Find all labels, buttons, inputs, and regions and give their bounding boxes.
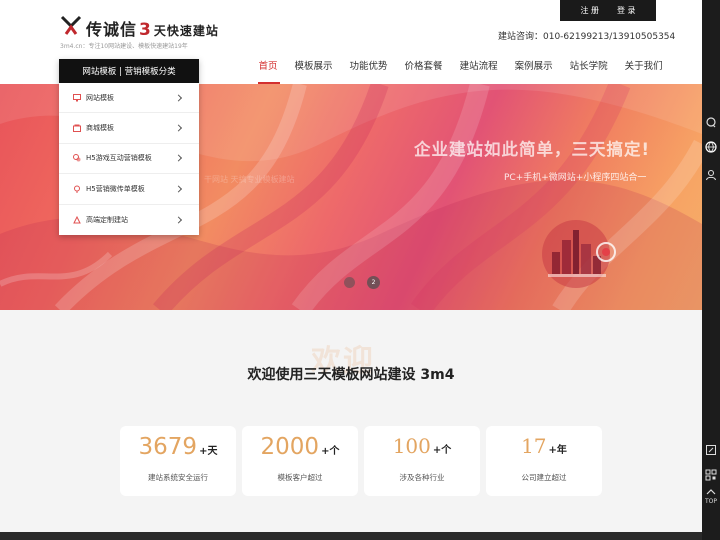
- chevron-right-icon: [174, 124, 183, 132]
- logo-sub: 天快速建站: [153, 24, 219, 38]
- stat-card: 17 +年 公司建立超过: [486, 426, 602, 496]
- category-item-label: H5游戏互动营销模板: [86, 154, 152, 163]
- footer-bar: [0, 532, 720, 540]
- logo-text: 传诚信 3 天快速建站: [86, 16, 219, 40]
- user-icon[interactable]: [705, 169, 717, 181]
- stat-card: 3679 +天 建站系统安全运行: [120, 426, 236, 496]
- category-item-h5-game[interactable]: H5游戏互动营销模板: [59, 144, 199, 175]
- stat-number: 2000: [260, 434, 320, 460]
- register-link[interactable]: 注 册: [580, 5, 599, 16]
- stat-value: 17 +年: [486, 434, 602, 458]
- monitor-icon: [73, 93, 81, 102]
- nav-item-pricing[interactable]: 价格套餐: [396, 60, 451, 74]
- banner-ghost-subtitle: 干网站 天搞专业模板建站: [204, 175, 295, 184]
- stat-label: 模板客户超过: [277, 473, 323, 482]
- pager-dot-2[interactable]: 2: [367, 276, 380, 289]
- main-nav: 首页 模板展示 功能优势 价格套餐 建站流程 案例展示 站长学院 关于我们: [250, 60, 671, 74]
- globe-icon[interactable]: [705, 141, 717, 153]
- chevron-up-icon: [706, 489, 716, 495]
- stat-card: 2000 +个 模板客户超过: [242, 426, 358, 496]
- category-item-website[interactable]: 网站模板: [59, 83, 199, 114]
- chat-icon[interactable]: [705, 116, 717, 128]
- chevron-right-icon: [174, 94, 183, 102]
- shop-icon: [73, 124, 81, 133]
- floating-sidebar: TOP: [702, 0, 720, 540]
- nav-item-about[interactable]: 关于我们: [616, 60, 671, 74]
- category-item-h5-flyer[interactable]: H5营销微传单模板: [59, 174, 199, 205]
- nav-item-cases[interactable]: 案例展示: [506, 60, 561, 74]
- hotline: 建站咨询：010-62199213/13910505354: [498, 32, 676, 42]
- qr-code-icon[interactable]: [705, 469, 717, 481]
- stat-unit: +个: [432, 445, 452, 456]
- stat-unit: +天: [199, 446, 218, 457]
- nav-item-process[interactable]: 建站流程: [451, 60, 506, 74]
- nav-item-templates[interactable]: 模板展示: [286, 60, 341, 74]
- banner-title: 企业建站如此简单，三天搞定!: [414, 140, 651, 159]
- stat-label: 建站系统安全运行: [148, 473, 208, 482]
- logo-brand: 传诚信: [86, 20, 138, 39]
- nav-item-home[interactable]: 首页: [250, 60, 286, 74]
- chevron-right-icon: [174, 185, 183, 193]
- stat-number: 100: [392, 434, 431, 458]
- category-item-label: 商城模板: [86, 124, 114, 133]
- stat-value: 3679 +天: [120, 434, 236, 460]
- chevron-right-icon: [174, 154, 183, 163]
- stat-card: 100 +个 涉及各种行业: [364, 426, 480, 496]
- category-menu-title[interactable]: 网站模板 | 营销模板分类: [59, 59, 199, 83]
- stat-label: 涉及各种行业: [399, 473, 445, 482]
- welcome-title: 欢迎使用三天模板网站建设 3m4: [247, 367, 455, 383]
- chevron-right-icon: [174, 216, 183, 224]
- stat-value: 2000 +个: [242, 434, 358, 460]
- category-item-label: H5营销微传单模板: [86, 184, 145, 193]
- stat-unit: +年: [548, 445, 567, 456]
- logo-mark-icon: [60, 15, 82, 35]
- category-item-custom[interactable]: 高端定制建站: [59, 205, 199, 235]
- category-item-shop[interactable]: 商城模板: [59, 113, 199, 144]
- stat-label: 公司建立超过: [521, 473, 567, 482]
- stat-value: 100 +个: [364, 434, 480, 458]
- category-menu: 网站模板 | 营销模板分类 网站模板 商城模板 H5游戏互动营销模板 H5营销微…: [59, 59, 199, 235]
- stat-number: 17: [521, 434, 547, 458]
- category-item-label: 高端定制建站: [86, 215, 128, 224]
- banner-subtitle: PC+手机+微网站+小程序四站合一: [504, 173, 647, 183]
- nav-item-features[interactable]: 功能优势: [341, 60, 396, 74]
- city-illustration-icon: [542, 220, 616, 288]
- logo-number: 3: [139, 20, 152, 40]
- edit-icon[interactable]: [705, 444, 717, 456]
- custom-icon: [73, 215, 81, 224]
- stat-unit: +个: [321, 446, 340, 457]
- auth-bar: 注 册 登 录: [560, 0, 656, 21]
- game-icon: [73, 154, 81, 162]
- stats-row: 3679 +天 建站系统安全运行 2000 +个 模板客户超过 100 +个 涉及各种…: [120, 426, 602, 496]
- back-to-top-button[interactable]: TOP: [702, 498, 720, 505]
- category-item-label: 网站模板: [86, 93, 114, 102]
- stat-number: 3679: [138, 434, 198, 460]
- banner-pager: 2: [344, 276, 380, 289]
- login-link[interactable]: 登 录: [617, 5, 636, 16]
- pager-dot-1[interactable]: [344, 277, 355, 288]
- slogan: 3m4.cn：专注10网站建设、模板快速建站19年: [60, 43, 188, 50]
- flyer-icon: [74, 185, 80, 193]
- nav-item-academy[interactable]: 站长学院: [561, 60, 616, 74]
